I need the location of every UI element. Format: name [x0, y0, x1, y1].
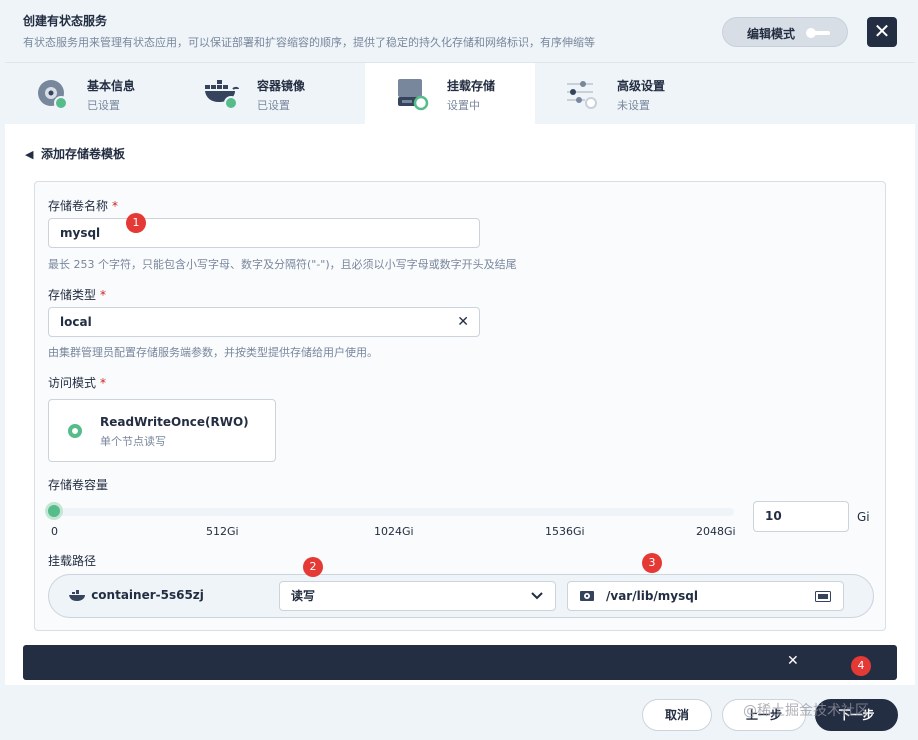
capacity-input[interactable]: 10	[753, 501, 849, 532]
mount-row: container-5s65zj 读写 /var/lib/mysql	[48, 574, 874, 618]
settings-sliders-icon	[567, 81, 597, 109]
tab-status: 设置中	[447, 99, 480, 112]
volume-name-label: 存储卷名称 *	[48, 199, 119, 213]
tab-status: 已设置	[257, 99, 290, 112]
storage-class-value: local	[60, 315, 92, 329]
back-arrow-icon: ◀	[25, 148, 34, 161]
dialog-header: 创建有状态服务 有状态服务用来管理有状态应用，可以保证部署和扩容缩容的顺序，提供…	[5, 0, 915, 62]
dialog-description: 有状态服务用来管理有状态应用，可以保证部署和扩容缩容的顺序，提供了稳定的持久化存…	[23, 36, 595, 49]
dialog-title: 创建有状态服务	[23, 14, 108, 28]
storage-icon	[398, 79, 429, 111]
radio-selected-icon	[68, 424, 82, 438]
tab-name: 挂载存储	[447, 79, 496, 93]
mount-path-input[interactable]: /var/lib/mysql	[567, 581, 844, 611]
tab-name: 基本信息	[87, 79, 136, 93]
storage-class-label: 存储类型 *	[48, 288, 107, 302]
container-name-text: container-5s65zj	[91, 588, 204, 602]
storage-class-select[interactable]: local ✕	[48, 307, 480, 337]
capacity-slider-track[interactable]	[54, 508, 734, 516]
tab-container-image[interactable]: 容器镜像 已设置	[175, 63, 345, 125]
capacity-tick: 1536Gi	[545, 525, 585, 538]
capacity-tick: 2048Gi	[696, 525, 736, 538]
access-mode-label: 访问模式 *	[48, 376, 107, 390]
edit-mode-toggle[interactable]: 编辑模式	[722, 17, 848, 47]
dialog-footer: 取消 上一步 下一步 @稀土掘金技术社区	[5, 685, 915, 740]
close-button[interactable]: ✕	[867, 17, 897, 47]
volume-template-form: 存储卷名称 * mysql 最长 253 个字符，只能包含小写字母、数字及分隔符(…	[34, 181, 886, 631]
access-mode-option-rwo[interactable]: ReadWriteOnce(RWO) 单个节点读写	[48, 399, 276, 462]
capacity-tick: 512Gi	[206, 525, 239, 538]
mount-path-value: /var/lib/mysql	[606, 589, 698, 603]
volume-name-input[interactable]: mysql	[48, 218, 480, 248]
tab-basic-info[interactable]: 基本信息 已设置	[5, 63, 175, 125]
capacity-slider-thumb[interactable]	[45, 502, 63, 520]
back-link-label: 添加存储卷模板	[41, 147, 126, 161]
cancel-button[interactable]: 取消	[642, 699, 712, 731]
create-statefulset-dialog: 创建有状态服务 有状态服务用来管理有状态应用，可以保证部署和扩容缩容的顺序，提供…	[0, 0, 918, 740]
access-mode-name: ReadWriteOnce(RWO)	[100, 415, 249, 429]
capacity-unit: Gi	[857, 510, 870, 524]
capacity-label: 存储卷容量	[48, 478, 109, 492]
tab-name: 容器镜像	[257, 79, 306, 93]
notification-bar: ✕	[23, 645, 897, 680]
annotation-badge: 1	[126, 213, 146, 233]
tab-status: 已设置	[87, 99, 120, 112]
close-icon[interactable]: ✕	[787, 653, 799, 669]
toggle-switch-icon	[806, 28, 832, 38]
step-tabs: 基本信息 已设置 容器镜像 已设置 挂载存储 设置中 高级设置 未设置	[5, 62, 915, 125]
tab-advanced-settings[interactable]: 高级设置 未设置	[535, 63, 705, 125]
mount-mode-value: 读写	[291, 589, 316, 603]
mount-mode-select[interactable]: 读写	[279, 581, 556, 611]
docker-icon	[69, 589, 85, 601]
close-icon: ✕	[873, 19, 891, 43]
docker-icon	[205, 80, 239, 110]
annotation-badge: 4	[851, 656, 871, 676]
capacity-tick: 1024Gi	[374, 525, 414, 538]
edit-mode-label: 编辑模式	[747, 27, 796, 41]
disk-drive-icon	[580, 591, 594, 601]
disk-icon	[38, 80, 68, 110]
annotation-badge: 2	[303, 557, 323, 577]
watermark: @稀土掘金技术社区	[743, 703, 869, 719]
tab-name: 高级设置	[617, 79, 666, 93]
subpath-icon[interactable]	[815, 591, 831, 602]
annotation-badge: 3	[642, 553, 662, 573]
tab-mount-storage[interactable]: 挂载存储 设置中	[365, 63, 535, 125]
chevron-down-icon	[531, 582, 543, 610]
back-link[interactable]: ◀ 添加存储卷模板	[25, 145, 125, 162]
storage-class-hint: 由集群管理员配置存储服务端参数，并按类型提供存储给用户使用。	[48, 346, 378, 359]
access-mode-desc: 单个节点读写	[100, 435, 166, 448]
clear-icon[interactable]: ✕	[457, 308, 469, 336]
volume-name-hint: 最长 253 个字符，只能包含小写字母、数字及分隔符("-")，且必须以小写字母…	[48, 258, 517, 271]
tab-status: 未设置	[617, 99, 650, 112]
capacity-tick: 0	[51, 525, 58, 538]
mount-path-label: 挂载路径	[48, 554, 97, 568]
dialog-body: ◀ 添加存储卷模板 存储卷名称 * mysql 最长 253 个字符，只能包含小写字…	[5, 124, 915, 685]
container-name: container-5s65zj	[69, 588, 204, 602]
